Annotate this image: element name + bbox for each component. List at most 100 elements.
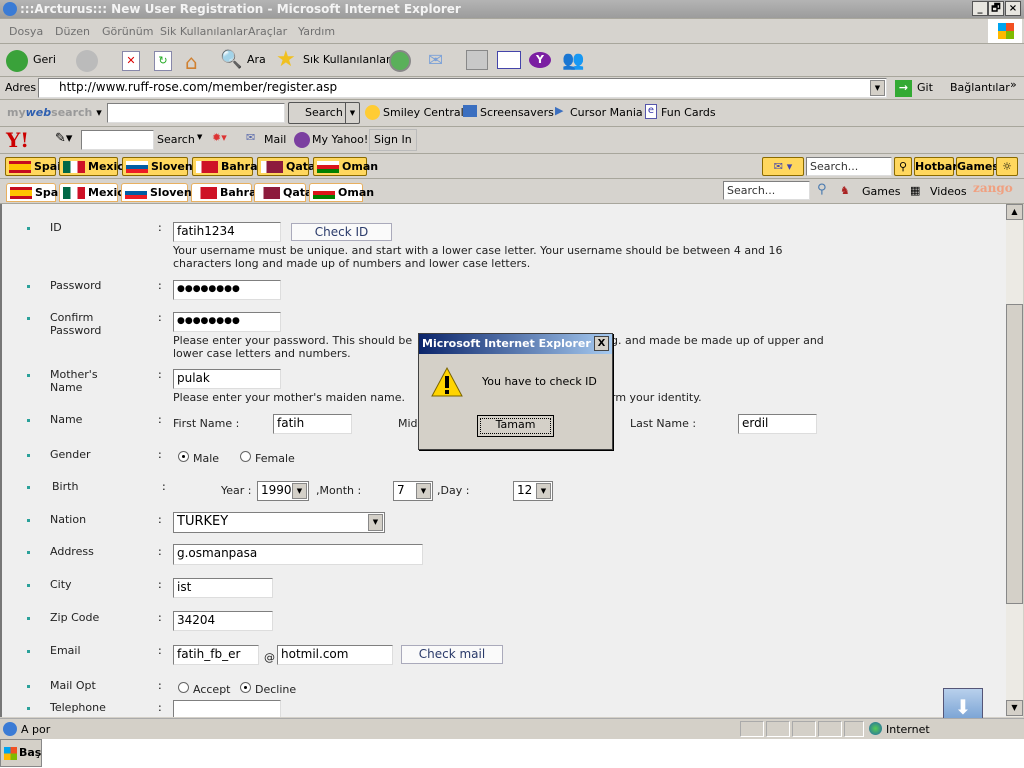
hotbar-mail-icon[interactable]: ✉ ▾ bbox=[762, 157, 804, 176]
day-select[interactable]: 12 ▼ bbox=[513, 481, 553, 501]
minimize-button[interactable]: _ bbox=[972, 1, 988, 16]
flag-mexico[interactable]: Mexico bbox=[59, 157, 131, 176]
hotbar-games-button[interactable]: Games bbox=[956, 157, 999, 176]
print-icon[interactable] bbox=[466, 50, 488, 70]
yahoo-logo[interactable]: Y! bbox=[6, 128, 29, 152]
hotbar-search-input[interactable]: Search... bbox=[806, 157, 892, 176]
year-select[interactable]: 1990 ▼ bbox=[257, 481, 309, 501]
last-name-input[interactable]: erdil bbox=[738, 414, 817, 434]
zango-search-input[interactable]: Search... bbox=[723, 181, 810, 200]
dialog-ok-button[interactable]: Tamam bbox=[477, 415, 554, 437]
links-more[interactable]: » bbox=[1010, 78, 1017, 91]
links-button[interactable]: Bağlantılar bbox=[950, 81, 1010, 94]
stop-icon[interactable]: ✕ bbox=[122, 51, 140, 71]
mywebsearch-search-button[interactable]: Search ▼ bbox=[288, 102, 360, 124]
back-arrow-icon[interactable] bbox=[6, 50, 28, 72]
edit-icon[interactable] bbox=[497, 51, 521, 69]
confirm-password-input[interactable]: ●●●●●●●● bbox=[173, 312, 281, 332]
zango-logo[interactable]: zango bbox=[973, 181, 1013, 195]
menu-araclar[interactable]: Araçlar bbox=[248, 25, 287, 38]
yahoo-search-dropdown-icon[interactable]: ▼ bbox=[197, 133, 202, 141]
email-user-input[interactable]: fatih_fb_er bbox=[173, 645, 259, 665]
mail-icon[interactable]: ✉ bbox=[428, 50, 443, 71]
forward-arrow-icon[interactable] bbox=[76, 50, 98, 72]
menu-gorunum[interactable]: Görünüm bbox=[102, 25, 153, 38]
yahoo-mail-link[interactable]: Mail bbox=[264, 133, 286, 146]
menu-favorites[interactable]: Sik Kullanılanlar bbox=[160, 25, 248, 38]
weather-icon[interactable]: ☼ bbox=[996, 157, 1018, 176]
flag-oman[interactable]: Oman bbox=[313, 157, 378, 176]
zango-flag-mexico[interactable]: Mexico bbox=[59, 183, 131, 202]
zip-input[interactable]: 34204 bbox=[173, 611, 273, 631]
history-icon[interactable] bbox=[389, 50, 411, 72]
first-name-input[interactable]: fatih bbox=[273, 414, 352, 434]
cursor-mania-link[interactable]: Cursor Mania bbox=[570, 106, 643, 119]
screensavers-link[interactable]: Screensavers bbox=[480, 106, 554, 119]
menu-duzen[interactable]: Düzen bbox=[55, 25, 90, 38]
address-dropdown-icon[interactable]: ▼ bbox=[870, 80, 885, 96]
check-mail-button[interactable]: Check mail bbox=[401, 645, 503, 664]
vertical-scrollbar[interactable]: ▲ ▼ bbox=[1006, 204, 1023, 717]
address-input[interactable]: http://www.ruff-rose.com/member/register… bbox=[38, 78, 887, 98]
mail-opt-decline-radio[interactable] bbox=[240, 682, 251, 693]
refresh-icon[interactable]: ↻ bbox=[154, 51, 172, 71]
zango-flag-oman[interactable]: Oman bbox=[309, 183, 374, 202]
scroll-down-button[interactable]: ▼ bbox=[1006, 700, 1023, 716]
zango-flag-slovenia[interactable]: Slovenia bbox=[121, 183, 203, 202]
password-input[interactable]: ●●●●●●●● bbox=[173, 280, 281, 300]
zango-videos-link[interactable]: Videos bbox=[930, 185, 967, 198]
mail-opt-accept-radio[interactable] bbox=[178, 682, 189, 693]
menu-dosya[interactable]: Dosya bbox=[9, 25, 43, 38]
messenger-icon[interactable]: 👥 bbox=[562, 50, 584, 71]
hotbar-button[interactable]: Hotbar bbox=[914, 157, 958, 176]
scroll-up-button[interactable]: ▲ bbox=[1006, 204, 1023, 220]
month-select[interactable]: 7 ▼ bbox=[393, 481, 433, 501]
telephone-input[interactable] bbox=[173, 700, 281, 717]
my-yahoo-link[interactable]: My Yahoo! bbox=[312, 133, 368, 146]
highlight-icon[interactable]: ✹▾ bbox=[212, 131, 227, 144]
flag-qatar[interactable]: Qatar bbox=[257, 157, 321, 176]
yahoo-messenger-icon[interactable]: Y bbox=[529, 52, 551, 68]
sign-in-button[interactable]: Sign In bbox=[369, 129, 417, 151]
flag-slovenia[interactable]: Slovenia bbox=[122, 157, 204, 176]
mothers-name-input[interactable]: pulak bbox=[173, 369, 281, 389]
city-input[interactable]: ist bbox=[173, 578, 273, 598]
favorites-star-icon[interactable]: ★ bbox=[276, 47, 296, 72]
zango-flag-bahrain[interactable]: Bahrain bbox=[191, 183, 268, 202]
zango-flag-qatar[interactable]: Qatar bbox=[254, 183, 318, 202]
hotbar-search-icon[interactable]: ⚲ bbox=[894, 157, 912, 176]
pencil-icon[interactable]: ✎▾ bbox=[55, 131, 72, 146]
go-arrow-icon[interactable]: → bbox=[895, 80, 912, 97]
yahoo-search-input[interactable] bbox=[81, 130, 154, 150]
maximize-button[interactable]: 🗗 bbox=[988, 1, 1004, 16]
gender-female-radio[interactable] bbox=[240, 451, 251, 462]
search-button[interactable]: Ara bbox=[247, 53, 266, 66]
fun-cards-link[interactable]: Fun Cards bbox=[661, 106, 716, 119]
zango-search-icon[interactable]: ⚲ bbox=[817, 182, 827, 197]
colon: : bbox=[158, 578, 162, 591]
search-icon[interactable]: 🔍 bbox=[220, 49, 242, 70]
favorites-button[interactable]: Sık Kullanılanlar bbox=[303, 53, 391, 66]
address-input-field[interactable]: g.osmanpasa bbox=[173, 544, 423, 565]
dialog-close-button[interactable]: X bbox=[594, 336, 609, 351]
flag-spain[interactable]: Spain bbox=[5, 157, 69, 176]
gender-male-radio[interactable] bbox=[178, 451, 189, 462]
email-domain-input[interactable]: hotmil.com bbox=[277, 645, 393, 665]
go-button[interactable]: Git bbox=[917, 81, 933, 94]
menu-yardim[interactable]: Yardım bbox=[298, 25, 335, 38]
home-icon[interactable]: ⌂ bbox=[185, 50, 198, 74]
back-button[interactable]: Geri bbox=[33, 53, 56, 66]
scroll-thumb[interactable] bbox=[1006, 304, 1023, 604]
yahoo-search-button[interactable]: Search bbox=[157, 133, 195, 146]
zango-games-link[interactable]: Games bbox=[862, 185, 900, 198]
close-button[interactable]: × bbox=[1005, 1, 1021, 16]
id-input[interactable]: fatih1234 bbox=[173, 222, 281, 242]
smiley-icon bbox=[365, 105, 380, 120]
mywebsearch-input[interactable] bbox=[107, 103, 285, 123]
zango-flag-spain[interactable]: Spain bbox=[6, 183, 70, 202]
flag-bahrain[interactable]: Bahrain bbox=[192, 157, 269, 176]
smiley-central-link[interactable]: Smiley Central bbox=[383, 106, 464, 119]
check-id-button[interactable]: Check ID bbox=[291, 223, 392, 241]
start-button[interactable]: Baş bbox=[0, 739, 42, 767]
nation-select[interactable]: TURKEY ▼ bbox=[173, 512, 385, 533]
